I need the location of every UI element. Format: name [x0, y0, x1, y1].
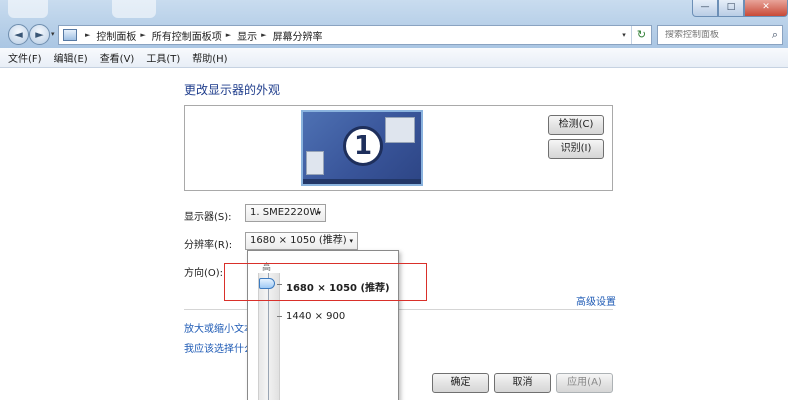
breadcrumb-all-items[interactable]: 所有控制面板项: [152, 28, 222, 43]
address-bar[interactable]: ► 控制面板 ► 所有控制面板项 ► 显示 ► 屏幕分辨率 ▾ ↻: [58, 25, 652, 45]
ok-button[interactable]: 确定: [432, 373, 489, 393]
breadcrumb-separator[interactable]: ►: [226, 31, 231, 39]
resolution-select-value: 1680 × 1050 (推荐): [250, 235, 347, 246]
maximize-button[interactable]: □: [718, 0, 744, 17]
display-select[interactable]: 1. SME2220W ▾: [245, 204, 326, 222]
menu-help[interactable]: 帮助(H): [192, 50, 227, 65]
monitor-number-badge: 1: [343, 126, 383, 166]
detect-button[interactable]: 检测(C): [548, 115, 604, 135]
monitor-thumbnail[interactable]: 1: [301, 110, 423, 186]
close-button[interactable]: ✕: [744, 0, 788, 17]
orientation-label: 方向(O):: [184, 268, 224, 279]
minimize-button[interactable]: —: [692, 0, 718, 17]
window-thumbnail: [385, 117, 415, 143]
menu-file[interactable]: 文件(F): [8, 50, 42, 65]
text-size-link[interactable]: 放大或缩小文本: [184, 320, 254, 335]
breadcrumb-separator[interactable]: ►: [261, 31, 266, 39]
breadcrumb-display[interactable]: 显示: [237, 28, 257, 43]
back-button[interactable]: ◄: [8, 24, 29, 45]
identify-button[interactable]: 识别(I): [548, 139, 604, 159]
window-thumbnail: [306, 151, 324, 175]
breadcrumb-separator[interactable]: ►: [85, 31, 90, 39]
control-panel-icon: [63, 29, 77, 41]
search-box[interactable]: ⌕: [657, 25, 783, 45]
display-select-value: 1. SME2220W: [250, 207, 320, 218]
highlight-annotation: [224, 263, 427, 301]
address-dropdown-icon[interactable]: ▾: [617, 31, 631, 39]
menu-edit[interactable]: 编辑(E): [54, 50, 88, 65]
search-icon[interactable]: ⌕: [772, 28, 778, 42]
breadcrumb: ► 控制面板 ► 所有控制面板项 ► 显示 ► 屏幕分辨率: [81, 28, 323, 43]
refresh-icon[interactable]: ↻: [631, 26, 651, 44]
chevron-down-icon: ▾: [349, 237, 353, 245]
slider-tick: [277, 316, 282, 317]
search-input[interactable]: [665, 30, 763, 40]
resolution-select[interactable]: 1680 × 1050 (推荐) ▾: [245, 232, 358, 250]
display-label: 显示器(S):: [184, 212, 232, 223]
cancel-button[interactable]: 取消: [494, 373, 551, 393]
apply-button[interactable]: 应用(A): [556, 373, 613, 393]
monitor-taskbar: [303, 179, 421, 184]
menu-view[interactable]: 查看(V): [100, 50, 135, 65]
recent-pages-dropdown-icon[interactable]: ▾: [51, 30, 55, 38]
menu-bar: 文件(F) 编辑(E) 查看(V) 工具(T) 帮助(H): [0, 48, 788, 68]
forward-button[interactable]: ►: [29, 24, 50, 45]
resolution-option[interactable]: 1440 × 900: [286, 311, 345, 322]
page-title: 更改显示器的外观: [184, 83, 281, 97]
glass-reflection: [112, 0, 156, 18]
chevron-down-icon: ▾: [317, 209, 321, 217]
breadcrumb-screen-resolution[interactable]: 屏幕分辨率: [273, 28, 323, 43]
resolution-label: 分辨率(R):: [184, 240, 233, 251]
advanced-settings-link[interactable]: 高级设置: [576, 293, 616, 308]
menu-tools[interactable]: 工具(T): [146, 50, 180, 65]
breadcrumb-control-panel[interactable]: 控制面板: [96, 28, 136, 43]
breadcrumb-separator[interactable]: ►: [140, 31, 145, 39]
help-choose-link[interactable]: 我应该选择什么: [184, 340, 254, 355]
glass-reflection: [8, 0, 48, 18]
window-controls: — □ ✕: [692, 0, 788, 17]
